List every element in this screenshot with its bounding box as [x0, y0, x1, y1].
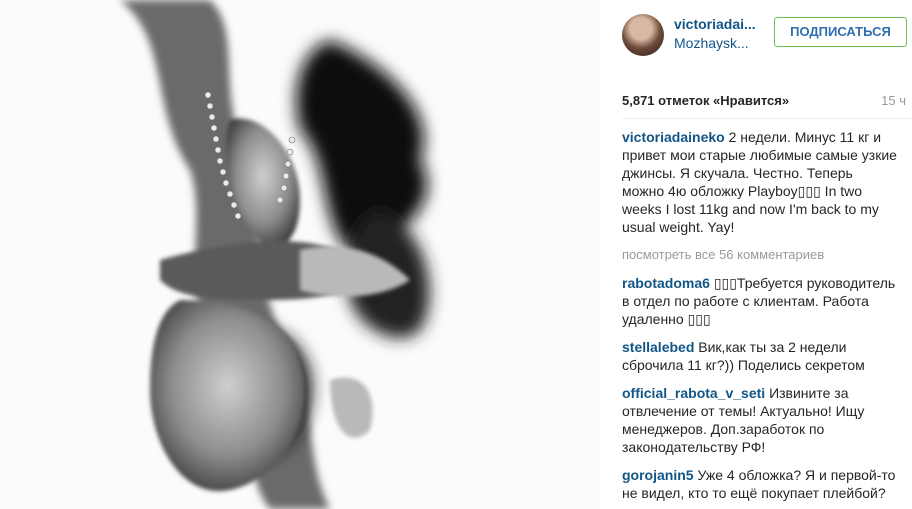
- instagram-post: victoriadai... Mozhaysk... ПОДПИСАТЬСЯ 5…: [0, 0, 912, 509]
- avatar[interactable]: [622, 14, 664, 56]
- username-link[interactable]: victoriadai...: [674, 16, 756, 32]
- post-header: victoriadai... Mozhaysk... ПОДПИСАТЬСЯ: [622, 14, 912, 64]
- caption-user[interactable]: victoriadaineko: [622, 129, 725, 145]
- follow-button[interactable]: ПОДПИСАТЬСЯ: [774, 17, 907, 47]
- post-sidebar: victoriadai... Mozhaysk... ПОДПИСАТЬСЯ 5…: [600, 0, 912, 509]
- list-item: gorojanin5 Уже 4 обложка? Я и первой-то …: [622, 466, 898, 502]
- comment-user[interactable]: gorojanin5: [622, 467, 694, 483]
- comment-user[interactable]: stellalebed: [622, 339, 694, 355]
- caption: victoriadaineko 2 недели. Минус 11 кг и …: [622, 128, 898, 236]
- list-item: official_rabota_v_seti Извините за отвле…: [622, 384, 898, 456]
- list-item: rabotadoma6 ▯▯▯Требуется руководитель в …: [622, 274, 898, 328]
- comment-user[interactable]: rabotadoma6: [622, 275, 710, 291]
- comment-user[interactable]: official_rabota_v_seti: [622, 385, 765, 401]
- post-time[interactable]: 15 ч: [881, 93, 906, 108]
- post-photo[interactable]: [0, 0, 600, 509]
- divider: [622, 118, 912, 119]
- view-all-comments-link[interactable]: посмотреть все 56 комментариев: [622, 246, 898, 264]
- photo-image: [0, 0, 600, 509]
- likes-count[interactable]: 5,871 отметок «Нравится»: [622, 93, 789, 108]
- comments-list: victoriadaineko 2 недели. Минус 11 кг и …: [622, 128, 898, 509]
- list-item: stellalebed Вик,как ты за 2 недели сброч…: [622, 338, 898, 374]
- location-link[interactable]: Mozhaysk...: [674, 35, 749, 51]
